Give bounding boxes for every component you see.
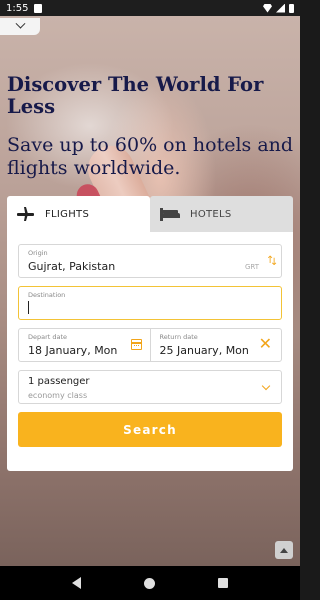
plane-icon	[17, 207, 35, 221]
search-tabs: FLIGHTS HOTELS	[7, 196, 293, 232]
arrow-up-icon	[280, 547, 288, 553]
status-time: 1:55	[6, 2, 29, 14]
passenger-count: 1 passenger	[28, 376, 90, 387]
depart-date-value: 18 January, Mon	[28, 344, 118, 357]
destination-field[interactable]: Destination	[18, 286, 282, 320]
recent-apps-icon[interactable]	[218, 578, 229, 588]
tab-flights-label: FLIGHTS	[45, 208, 90, 220]
cabin-class: economy class	[28, 391, 88, 400]
origin-value: Gujrat, Pakistan	[28, 260, 116, 273]
wifi-icon	[263, 3, 272, 13]
sd-card-icon	[34, 3, 43, 13]
tab-hotels[interactable]: HOTELS	[150, 196, 293, 232]
destination-label: Destination	[28, 291, 66, 299]
home-icon[interactable]	[143, 577, 155, 589]
search-panel: FLIGHTS HOTELS Origin Gujrat, Pakistan G…	[7, 196, 293, 471]
dates-row: Depart date 18 January, Mon Return date …	[18, 328, 282, 362]
origin-field[interactable]: Origin Gujrat, Pakistan GRT	[18, 244, 282, 278]
return-date-label: Return date	[159, 333, 198, 341]
origin-label: Origin	[28, 249, 48, 257]
calendar-icon[interactable]	[130, 339, 142, 350]
status-bar: 1:55	[0, 0, 300, 16]
status-icons	[263, 3, 294, 13]
collapse-header-button[interactable]	[0, 18, 40, 35]
battery-icon	[289, 3, 294, 13]
system-navigation-bar	[0, 566, 300, 600]
chevron-down-icon	[15, 18, 25, 29]
return-date-field[interactable]: Return date 25 January, Mon ✕	[149, 329, 282, 361]
close-icon[interactable]: ✕	[259, 336, 272, 352]
passenger-selector[interactable]: 1 passenger economy class	[18, 370, 282, 404]
text-cursor	[28, 301, 30, 314]
flight-search-form: Origin Gujrat, Pakistan GRT Destination …	[7, 232, 293, 471]
tab-hotels-label: HOTELS	[190, 208, 232, 220]
hero-headline: Discover The World For Less	[7, 73, 264, 118]
scroll-to-top-button[interactable]	[275, 541, 293, 559]
hero-subheadline: Save up to 60% on hotels and flights wor…	[7, 134, 294, 179]
depart-date-label: Depart date	[28, 333, 68, 341]
search-button[interactable]: Search	[18, 412, 282, 447]
chevron-down-icon	[261, 381, 271, 391]
tab-flights[interactable]: FLIGHTS	[7, 196, 150, 232]
depart-date-field[interactable]: Depart date 18 January, Mon	[19, 329, 150, 361]
swap-icon[interactable]	[266, 255, 278, 269]
bed-icon	[160, 207, 180, 221]
origin-code: GRT	[244, 263, 259, 271]
return-date-value: 25 January, Mon	[159, 344, 249, 357]
signal-icon	[276, 3, 285, 13]
back-icon[interactable]	[71, 577, 81, 589]
